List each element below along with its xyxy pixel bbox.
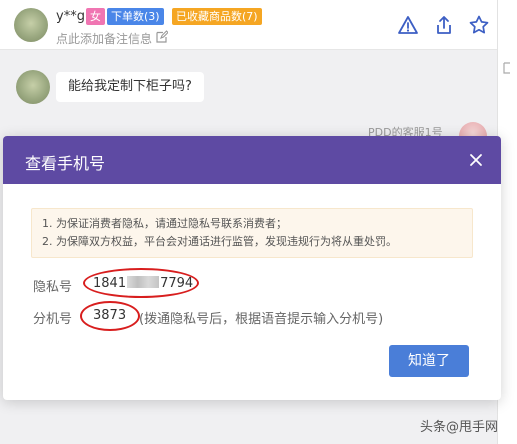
privacy-number-label: 隐私号 — [33, 280, 73, 295]
customer-username: y**g — [56, 9, 85, 24]
orders-count-tag: 下单数(3) — [107, 8, 164, 25]
privacy-notice: 1. 为保证消费者隐私，请通过隐私号联系消费者； 2. 为保障双方权益，平台会对… — [31, 208, 473, 258]
star-icon[interactable] — [468, 14, 490, 36]
customer-avatar[interactable] — [14, 8, 48, 42]
view-phone-dialog: 查看手机号 1. 为保证消费者隐私，请通过隐私号联系消费者； 2. 为保障双方权… — [3, 136, 501, 400]
close-icon[interactable] — [468, 152, 484, 168]
notice-line-1: 1. 为保证消费者隐私，请通过隐私号联系消费者； — [42, 217, 287, 230]
add-remark-link[interactable]: 点此添加备注信息 — [56, 30, 152, 47]
annotation-ring-extension — [80, 301, 140, 331]
share-icon[interactable] — [433, 14, 455, 36]
extension-hint: (拨通隐私号后，根据语音提示输入分机号) — [139, 312, 384, 327]
extension-label: 分机号 — [33, 312, 73, 327]
edit-icon[interactable] — [156, 30, 168, 43]
customer-message-bubble: 能给我定制下柜子吗? — [56, 72, 204, 102]
dialog-header: 查看手机号 — [3, 136, 501, 184]
favorites-count-tag: 已收藏商品数(7) — [172, 8, 262, 25]
warning-icon[interactable] — [397, 14, 419, 36]
watermark: 头条@甩手网 — [420, 420, 499, 435]
annotation-ring-phone — [83, 268, 199, 298]
gender-tag: 女 — [86, 8, 105, 25]
panel-toggle-icon[interactable] — [502, 62, 512, 74]
message-sender-avatar — [16, 70, 50, 104]
conversation-header: y**g 女 下单数(3) 已收藏商品数(7) 点此添加备注信息 — [0, 0, 497, 50]
confirm-button[interactable]: 知道了 — [389, 345, 469, 377]
notice-line-2: 2. 为保障双方权益，平台会对通话进行监管，发现违规行为将从重处罚。 — [42, 235, 397, 248]
dialog-title: 查看手机号 — [25, 154, 106, 173]
